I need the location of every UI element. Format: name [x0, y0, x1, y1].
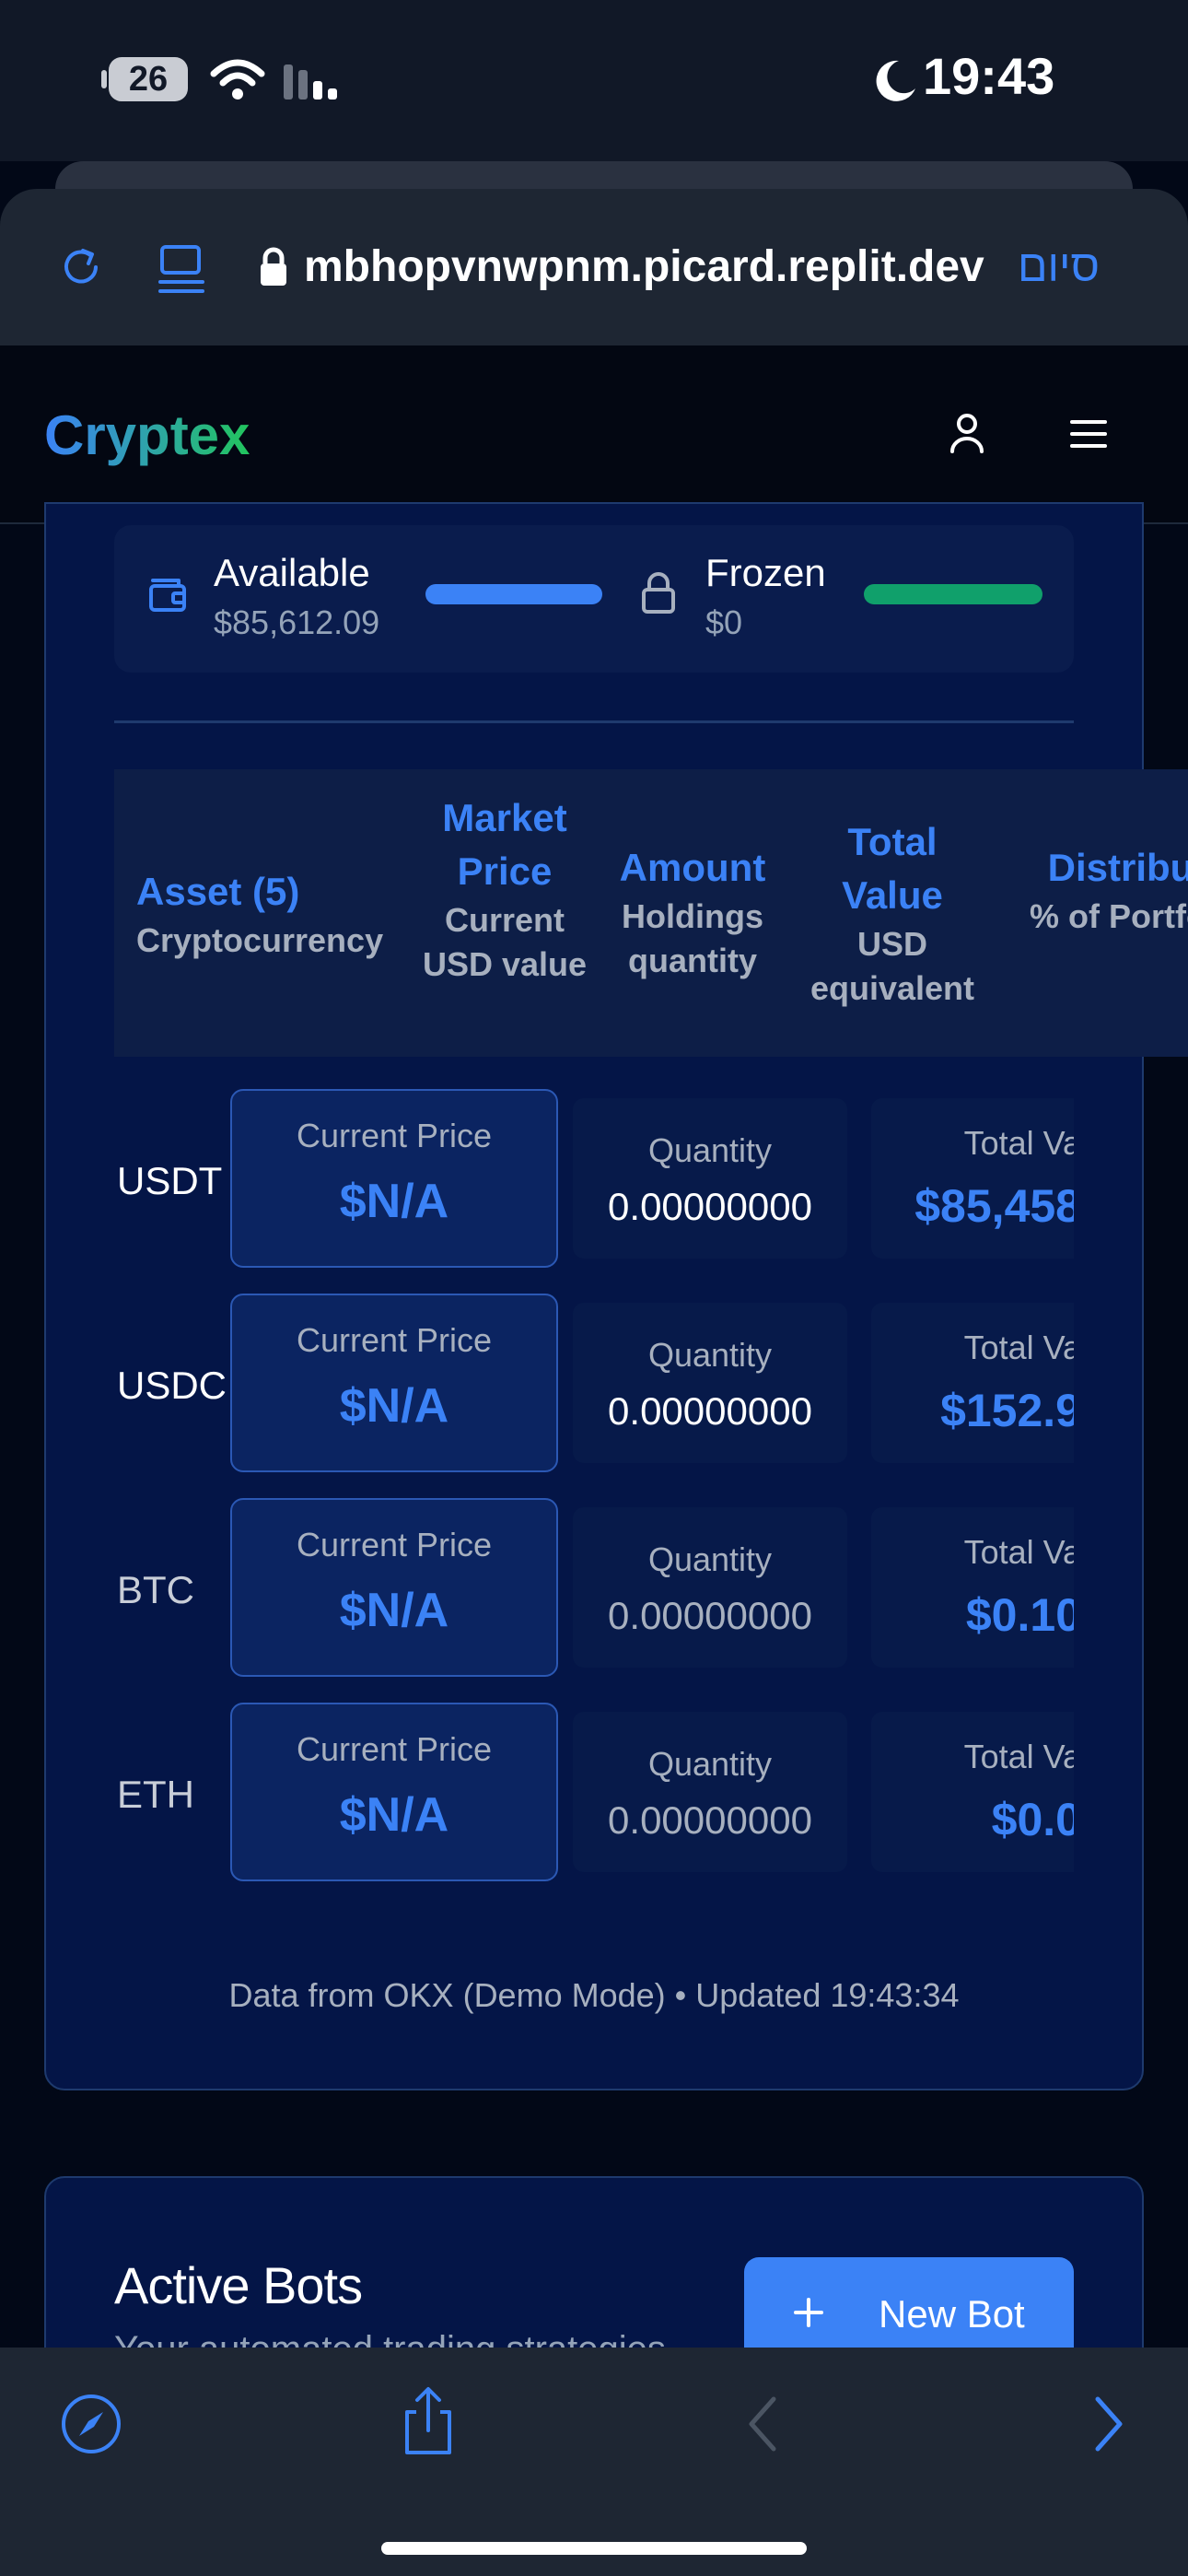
header-asset-sub: Cryptocurrency	[136, 921, 384, 959]
done-button[interactable]: סיום	[1018, 241, 1100, 292]
asset-name: BTC	[117, 1568, 194, 1611]
quantity-label: Quantity	[647, 1745, 773, 1783]
price-label: Current Price	[296, 1526, 493, 1563]
header-total-value-sub: USD equivalent	[809, 925, 975, 1007]
total-value: $0.10	[965, 1589, 1074, 1641]
app-logo[interactable]: Cryptex	[44, 404, 250, 467]
available-value: $85,612.09	[214, 603, 380, 641]
frozen-value: $0	[705, 603, 743, 641]
battery-cap	[101, 70, 107, 88]
total-value: $85,458	[914, 1180, 1074, 1232]
header-amount-title: Amount	[619, 846, 766, 889]
price-cell: Current Price $N/A	[230, 1294, 558, 1472]
price-label: Current Price	[296, 1117, 493, 1154]
header-distribution-sub: % of Portfoli	[1030, 897, 1188, 935]
total-cell: Total Va $0.0	[871, 1712, 1074, 1872]
header-total-value[interactable]: Total Value USD equivalent	[798, 815, 987, 1011]
url-text: mbhopvnwpnm.picard.replit.dev	[304, 242, 984, 291]
table-row[interactable]: USDT Current Price $N/A Quantity 0.00000…	[0, 1089, 1188, 1273]
total-cell: Total Va $85,458	[871, 1098, 1074, 1259]
header-amount[interactable]: Amount Holdings quantity	[602, 841, 783, 983]
header-asset-title: Asset (5)	[136, 870, 300, 913]
total-label: Total Va	[963, 1124, 1074, 1162]
clock: 19:43	[923, 47, 1055, 105]
divider	[114, 720, 1074, 723]
available-label: Available	[214, 551, 370, 594]
quantity-cell: Quantity 0.00000000	[573, 1712, 847, 1872]
price-cell: Current Price $N/A	[230, 1703, 558, 1881]
price-cell: Current Price $N/A	[230, 1089, 558, 1268]
price-label: Current Price	[296, 1321, 493, 1359]
quantity-value: 0.00000000	[608, 1389, 812, 1433]
header-asset[interactable]: Asset (5) Cryptocurrency	[136, 865, 383, 963]
total-cell: Total Va $152.9	[871, 1303, 1074, 1463]
moon-icon	[875, 57, 917, 103]
price-value: $N/A	[339, 1175, 449, 1228]
quantity-cell: Quantity 0.00000000	[573, 1507, 847, 1668]
table-row[interactable]: BTC Current Price $N/A Quantity 0.000000…	[0, 1498, 1188, 1682]
quantity-cell: Quantity 0.00000000	[573, 1303, 847, 1463]
share-icon[interactable]	[396, 2384, 460, 2458]
data-source-note: Data from OKX (Demo Mode) • Updated 19:4…	[228, 1976, 960, 2014]
reload-icon[interactable]	[55, 241, 107, 293]
available-bar	[425, 584, 602, 604]
quantity-value: 0.00000000	[608, 1798, 812, 1842]
quantity-cell: Quantity 0.00000000	[573, 1098, 847, 1259]
user-icon[interactable]	[945, 409, 989, 457]
quantity-label: Quantity	[647, 1131, 773, 1169]
header-market-price[interactable]: Market Price Current USD value	[422, 791, 588, 987]
battery-indicator: 26	[109, 57, 188, 101]
header-amount-sub: Holdings quantity	[622, 897, 763, 979]
price-label: Current Price	[296, 1730, 493, 1768]
total-cell: Total Va $0.10	[871, 1507, 1074, 1668]
asset-name: ETH	[117, 1773, 194, 1816]
lock-icon	[639, 571, 678, 615]
header-market-price-sub: Current USD value	[422, 901, 588, 983]
home-indicator[interactable]	[381, 2542, 807, 2555]
quantity-label: Quantity	[647, 1336, 773, 1374]
total-label: Total Va	[963, 1329, 1074, 1366]
forward-icon[interactable]	[1090, 2395, 1127, 2453]
asset-name: USDC	[117, 1364, 227, 1407]
asset-name: USDT	[117, 1159, 223, 1202]
quantity-value: 0.00000000	[608, 1594, 812, 1637]
compass-icon[interactable]	[59, 2392, 123, 2456]
header-total-value-title: Total Value	[842, 820, 943, 917]
header-distribution[interactable]: Distribut % of Portfoli	[1026, 841, 1188, 939]
price-value: $N/A	[339, 1788, 449, 1842]
price-value: $N/A	[339, 1379, 449, 1433]
total-value: $152.9	[940, 1385, 1074, 1436]
wallet-icon	[147, 573, 190, 614]
url-field[interactable]: mbhopvnwpnm.picard.replit.dev	[304, 241, 984, 292]
quantity-value: 0.00000000	[608, 1185, 812, 1228]
menu-icon[interactable]	[1066, 415, 1111, 453]
total-label: Total Va	[963, 1738, 1074, 1775]
new-bot-label: New Bot	[879, 2292, 1025, 2336]
signal-icon	[282, 61, 346, 101]
price-cell: Current Price $N/A	[230, 1498, 558, 1677]
table-row[interactable]: ETH Current Price $N/A Quantity 0.000000…	[0, 1703, 1188, 1887]
header-market-price-title: Market Price	[442, 796, 567, 893]
frozen-bar	[864, 584, 1042, 604]
reader-icon[interactable]	[157, 241, 208, 297]
header-distribution-title: Distribut	[1047, 846, 1188, 889]
wifi-icon	[210, 57, 265, 101]
table-row[interactable]: USDC Current Price $N/A Quantity 0.00000…	[0, 1294, 1188, 1478]
price-value: $N/A	[339, 1584, 449, 1637]
active-bots-title: Active Bots	[114, 2256, 363, 2314]
table-header: Asset (5) Cryptocurrency Market Price Cu…	[114, 769, 1188, 1057]
quantity-label: Quantity	[647, 1540, 773, 1578]
frozen-label: Frozen	[705, 551, 826, 594]
total-value: $0.0	[991, 1794, 1074, 1845]
back-icon[interactable]	[744, 2395, 781, 2453]
lock-icon	[258, 247, 289, 287]
total-label: Total Va	[963, 1533, 1074, 1571]
plus-icon	[792, 2296, 825, 2329]
